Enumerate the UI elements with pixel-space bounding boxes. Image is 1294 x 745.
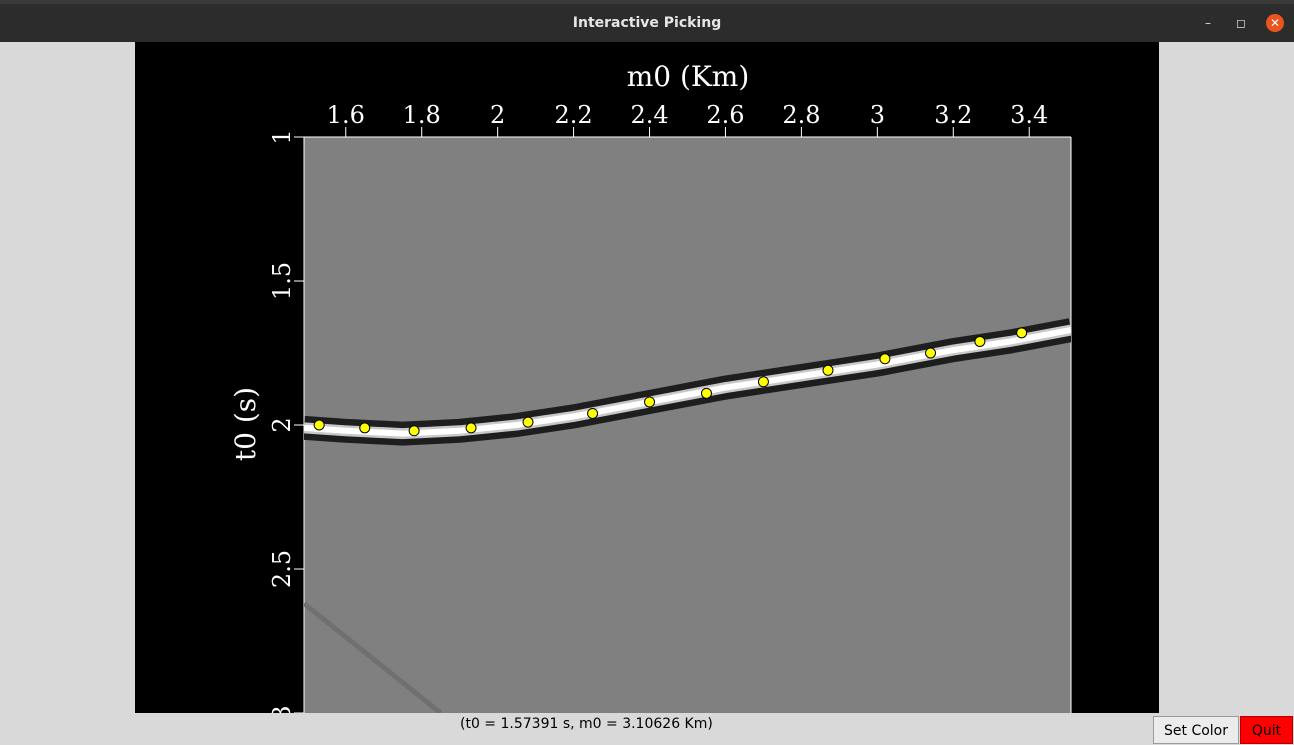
pick-point[interactable]	[757, 376, 769, 388]
x-tick-label: 3.2	[934, 101, 972, 129]
pick-point[interactable]	[1016, 327, 1028, 339]
pick-point[interactable]	[822, 364, 834, 376]
y-tick-label: 3	[268, 705, 296, 713]
pick-point[interactable]	[313, 419, 325, 431]
pick-point[interactable]	[587, 407, 599, 419]
close-icon[interactable]: ✕	[1266, 14, 1284, 32]
y-tick-label: 1.5	[268, 262, 296, 300]
pick-point[interactable]	[879, 353, 891, 365]
minimize-icon[interactable]: –	[1199, 14, 1217, 32]
x-tick-label: 2.2	[555, 101, 593, 129]
pick-point[interactable]	[522, 416, 534, 428]
window-title: Interactive Picking	[572, 15, 722, 31]
maximize-icon[interactable]: ◻	[1232, 14, 1250, 32]
pick-point[interactable]	[465, 422, 477, 434]
pick-point[interactable]	[408, 425, 420, 437]
x-axis-label: m0 (Km)	[627, 60, 750, 93]
y-tick-label: 2.5	[268, 550, 296, 588]
x-tick-label: 1.6	[327, 101, 365, 129]
pick-point[interactable]	[925, 347, 937, 359]
y-tick-label: 2	[268, 417, 296, 432]
y-tick-label: 1	[268, 129, 296, 144]
pick-point[interactable]	[700, 387, 712, 399]
x-tick-label: 2.6	[706, 101, 744, 129]
x-tick-label: 1.8	[403, 101, 441, 129]
cursor-readout: (t0 = 1.57391 s, m0 = 3.10626 Km)	[460, 716, 713, 732]
x-tick-label: 3.4	[1010, 101, 1048, 129]
y-axis-label: t0 (s)	[229, 387, 262, 461]
quit-button[interactable]: Quit	[1240, 716, 1293, 744]
x-tick-label: 2	[490, 101, 505, 129]
pick-point[interactable]	[974, 335, 986, 347]
plot-canvas[interactable]: 1.6 1.8 2 2.2 2.4 2.6 2.8 3 3.2 3.4 1 1.5 2 2.5 3 m0 (…	[135, 42, 1159, 713]
set-color-button[interactable]: Set Color	[1153, 716, 1239, 744]
window-titlebar[interactable]: Interactive Picking – ◻ ✕	[0, 0, 1294, 42]
seismic-plot[interactable]: 1.6 1.8 2 2.2 2.4 2.6 2.8 3 3.2 3.4 1 1.5 2 2.5 3 m0 (…	[135, 42, 1159, 713]
pick-point[interactable]	[359, 422, 371, 434]
x-tick-label: 2.8	[782, 101, 820, 129]
x-tick-label: 3	[870, 101, 885, 129]
x-tick-label: 2.4	[630, 101, 668, 129]
pick-point[interactable]	[644, 396, 656, 408]
